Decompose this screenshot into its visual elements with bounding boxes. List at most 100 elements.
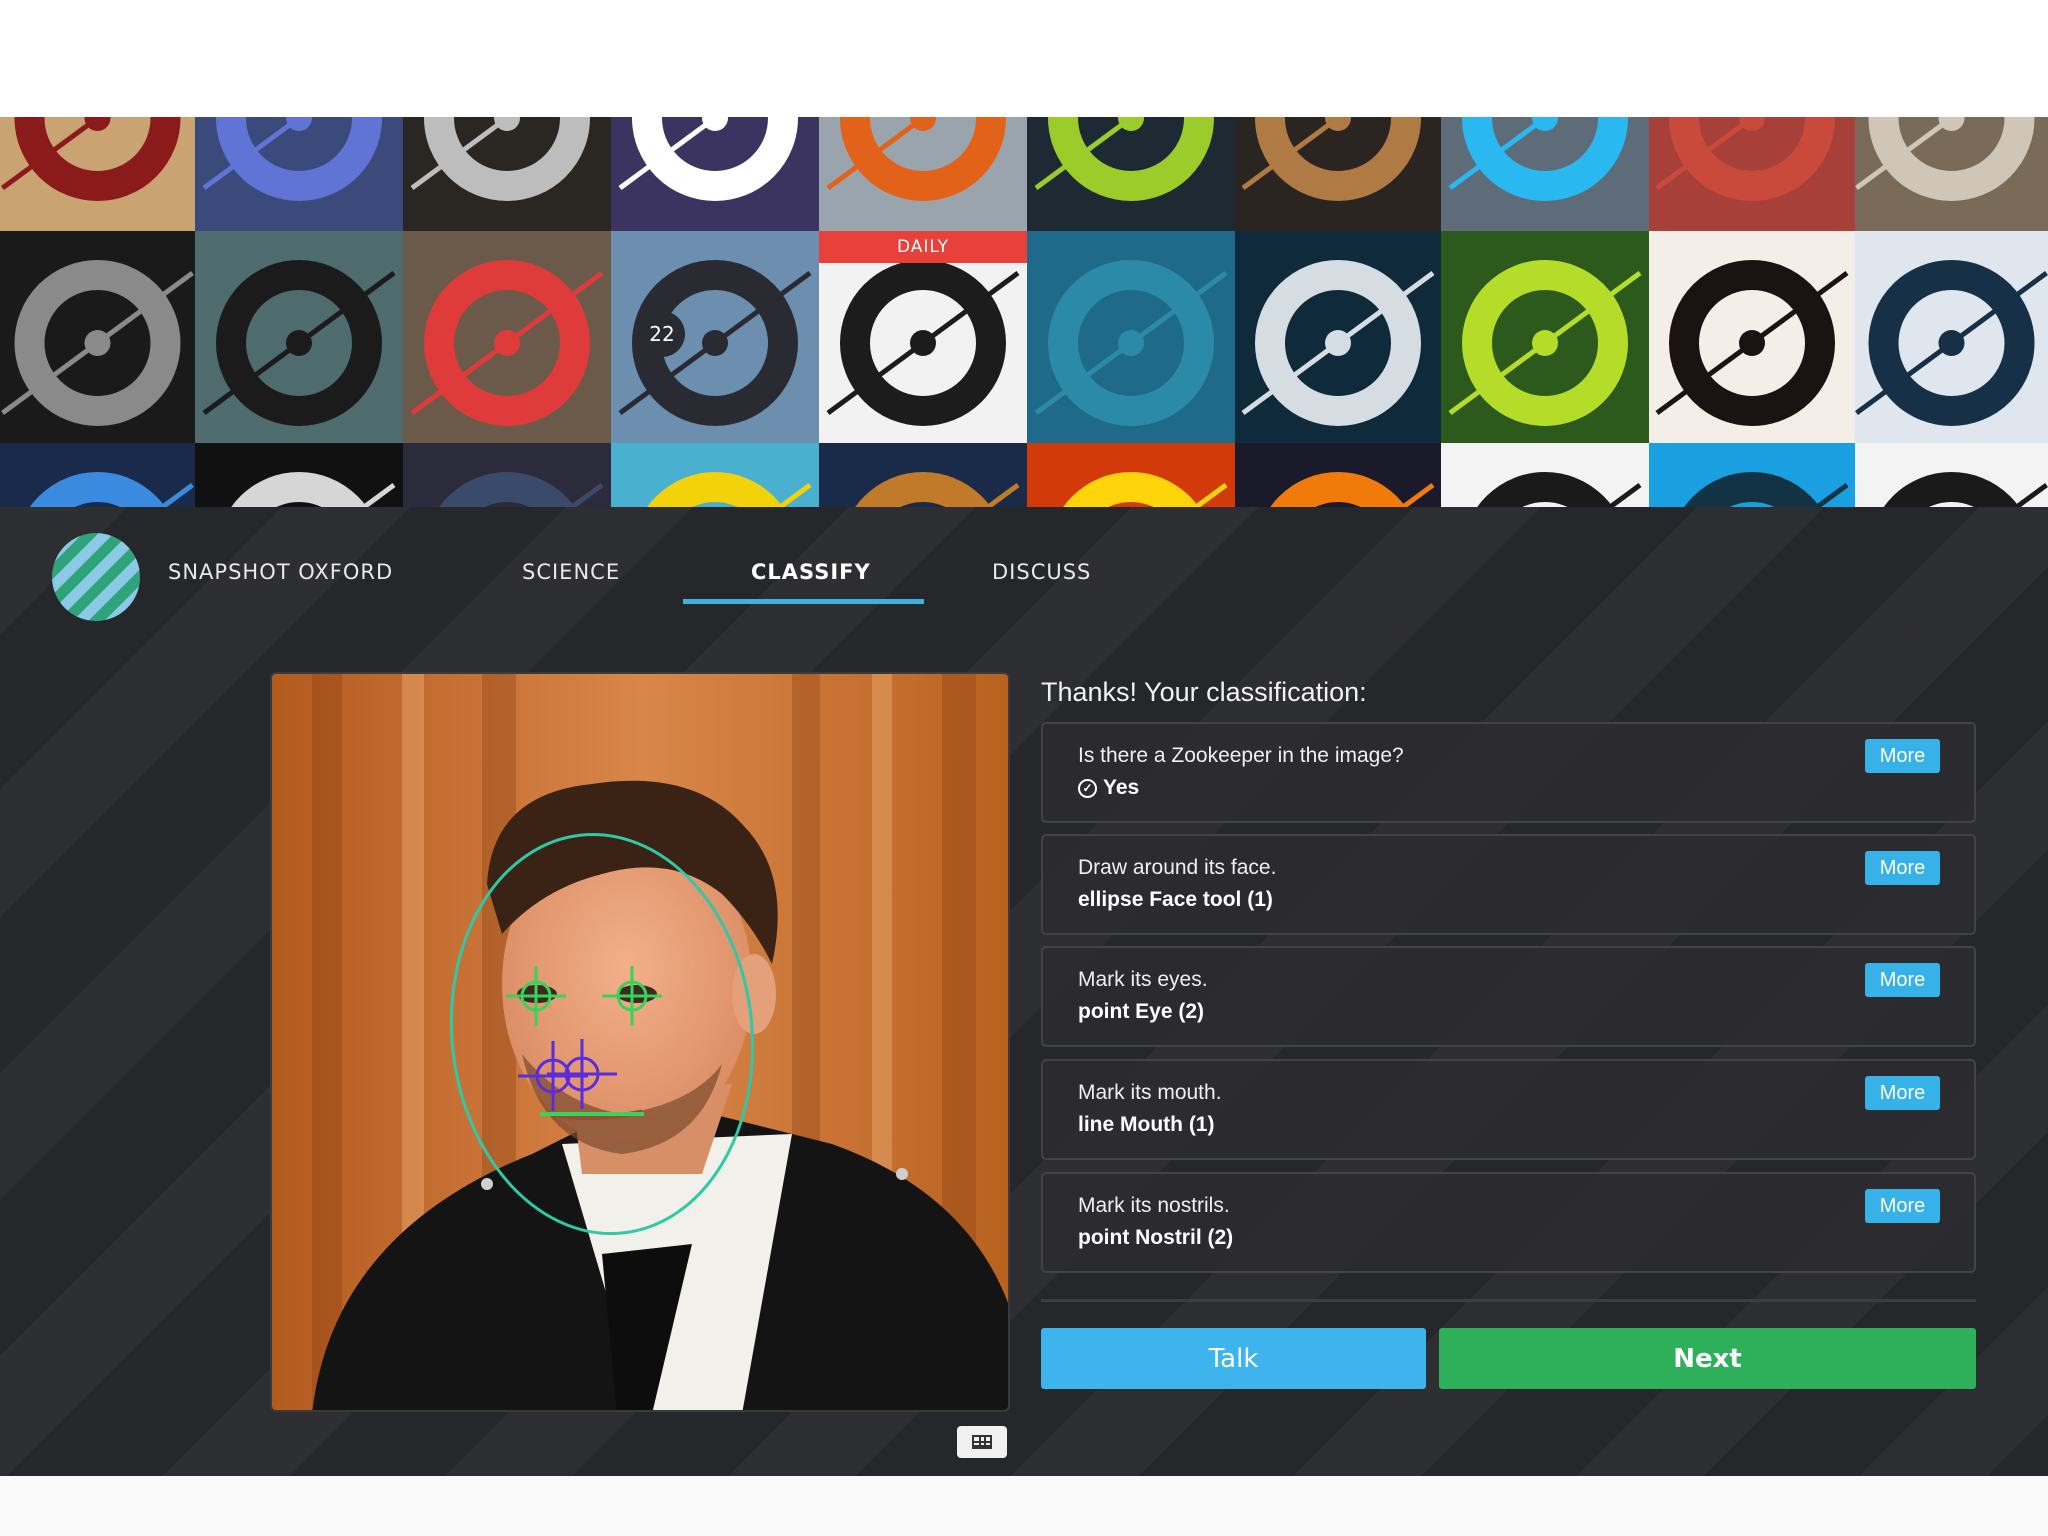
banner-tile [611, 443, 819, 507]
summary-task-face: Draw around its face. ellipse Face tool … [1041, 834, 1976, 935]
more-button[interactable]: More [1865, 739, 1940, 773]
target-logo-icon [231, 472, 396, 507]
banner-tile [1441, 117, 1649, 231]
table-grid-icon [972, 1435, 992, 1449]
summary-divider [1041, 1299, 1976, 1302]
nav-classify[interactable]: CLASSIFY [751, 560, 871, 584]
check-circle-icon: ✓ [1078, 778, 1097, 798]
target-logo-icon [1655, 117, 1835, 201]
banner-tile [611, 117, 819, 231]
target-logo-icon [439, 472, 604, 507]
banner-tile [1649, 443, 1855, 507]
target-logo-icon [202, 260, 396, 426]
banner-tile [1027, 117, 1235, 231]
task-answer: line Mouth (1) [1078, 1113, 1215, 1136]
project-banner: 22 DAILY [0, 117, 2048, 507]
target-logo-icon [1241, 260, 1435, 426]
task-answer: ✓ Yes [1078, 776, 1139, 800]
banner-tile [1855, 231, 2048, 443]
target-logo-icon [1063, 472, 1228, 507]
banner-tile [403, 443, 611, 507]
task-answer: point Eye (2) [1078, 1000, 1205, 1023]
target-logo-icon [1655, 260, 1849, 426]
target-logo-icon [1855, 260, 2048, 426]
footer-strip [0, 1476, 2048, 1536]
summary-task-nostrils: Mark its nostrils. point Nostril (2) Mor… [1041, 1172, 1976, 1273]
target-logo-icon [410, 260, 604, 426]
banner-tile [195, 443, 403, 507]
subject-photo [272, 674, 1008, 1410]
target-logo-icon [855, 472, 1020, 507]
target-logo-icon [1, 117, 181, 201]
target-logo-icon [410, 117, 590, 201]
summary-task-zookeeper: Is there a Zookeeper in the image? ✓ Yes… [1041, 722, 1976, 823]
target-logo-icon [1448, 117, 1628, 201]
banner-tile [1649, 231, 1855, 443]
summary-heading: Thanks! Your classification: [1041, 677, 1367, 707]
target-logo-icon [1241, 117, 1421, 201]
task-question: Is there a Zookeeper in the image? [1078, 744, 1404, 767]
nav-science[interactable]: SCIENCE [522, 560, 620, 584]
banner-tile [819, 443, 1027, 507]
banner-tile [403, 117, 611, 231]
subject-image[interactable] [270, 672, 1010, 1412]
banner-tile [1027, 231, 1235, 443]
target-logo-icon [1270, 472, 1435, 507]
page: 22 DAILY SNAPSHOT OXFORD SCIENCE CLASSIFY… [0, 0, 2048, 1536]
daily-label: DAILY [819, 231, 1027, 263]
project-logo[interactable] [52, 533, 140, 621]
banner-tile [195, 231, 403, 443]
banner-tile-mosaic: 22 DAILY [0, 117, 2048, 507]
task-answer: point Nostril (2) [1078, 1226, 1234, 1249]
target-logo-icon [1684, 472, 1849, 507]
banner-tile [1235, 231, 1441, 443]
banner-tile [1441, 443, 1649, 507]
target-logo-icon [29, 472, 194, 507]
target-logo-icon [826, 117, 1006, 201]
nav-discuss[interactable]: DISCUSS [992, 560, 1091, 584]
task-question: Mark its mouth. [1078, 1081, 1222, 1104]
banner-tile [1649, 117, 1855, 231]
target-logo-icon [1034, 117, 1214, 201]
banner-tile [1855, 117, 2048, 231]
summary-task-mouth: Mark its mouth. line Mouth (1) More [1041, 1059, 1976, 1160]
active-tab-indicator [683, 599, 924, 604]
task-question: Draw around its face. [1078, 856, 1277, 879]
banner-tile: 22 [611, 231, 819, 443]
target-logo-icon [647, 472, 812, 507]
more-button[interactable]: More [1865, 851, 1940, 885]
task-answer-text: Yes [1103, 776, 1140, 799]
target-logo-icon [1855, 117, 2035, 201]
banner-tile [1027, 443, 1235, 507]
summary-task-eyes: Mark its eyes. point Eye (2) More [1041, 946, 1976, 1047]
target-logo-icon [1034, 260, 1228, 426]
target-logo-icon [1477, 472, 1642, 507]
more-button[interactable]: More [1865, 1189, 1940, 1223]
target-logo-icon [1448, 260, 1642, 426]
classify-section: SNAPSHOT OXFORD SCIENCE CLASSIFY DISCUSS [0, 507, 2048, 1476]
banner-tile [195, 117, 403, 231]
banner-tile [1855, 443, 2048, 507]
tile-number: 22 [639, 311, 685, 357]
banner-tile [1235, 117, 1441, 231]
more-button[interactable]: More [1865, 963, 1940, 997]
banner-tile: DAILY [819, 231, 1027, 443]
banner-tile [819, 117, 1027, 231]
banner-tile [0, 117, 195, 231]
banner-tile [403, 231, 611, 443]
banner-tile [0, 231, 195, 443]
more-button[interactable]: More [1865, 1076, 1940, 1110]
target-logo-icon [1, 260, 194, 426]
target-logo-icon [618, 117, 798, 201]
banner-tile [1235, 443, 1441, 507]
banner-tile [1441, 231, 1649, 443]
banner-tile [0, 443, 195, 507]
task-question: Mark its eyes. [1078, 968, 1208, 991]
metadata-button[interactable] [957, 1426, 1007, 1458]
site-title[interactable]: SNAPSHOT OXFORD [168, 560, 393, 584]
next-button[interactable]: Next [1439, 1328, 1976, 1389]
target-logo-icon [202, 117, 382, 201]
task-question: Mark its nostrils. [1078, 1194, 1230, 1217]
target-logo-icon [1883, 472, 2048, 507]
talk-button[interactable]: Talk [1041, 1328, 1426, 1389]
